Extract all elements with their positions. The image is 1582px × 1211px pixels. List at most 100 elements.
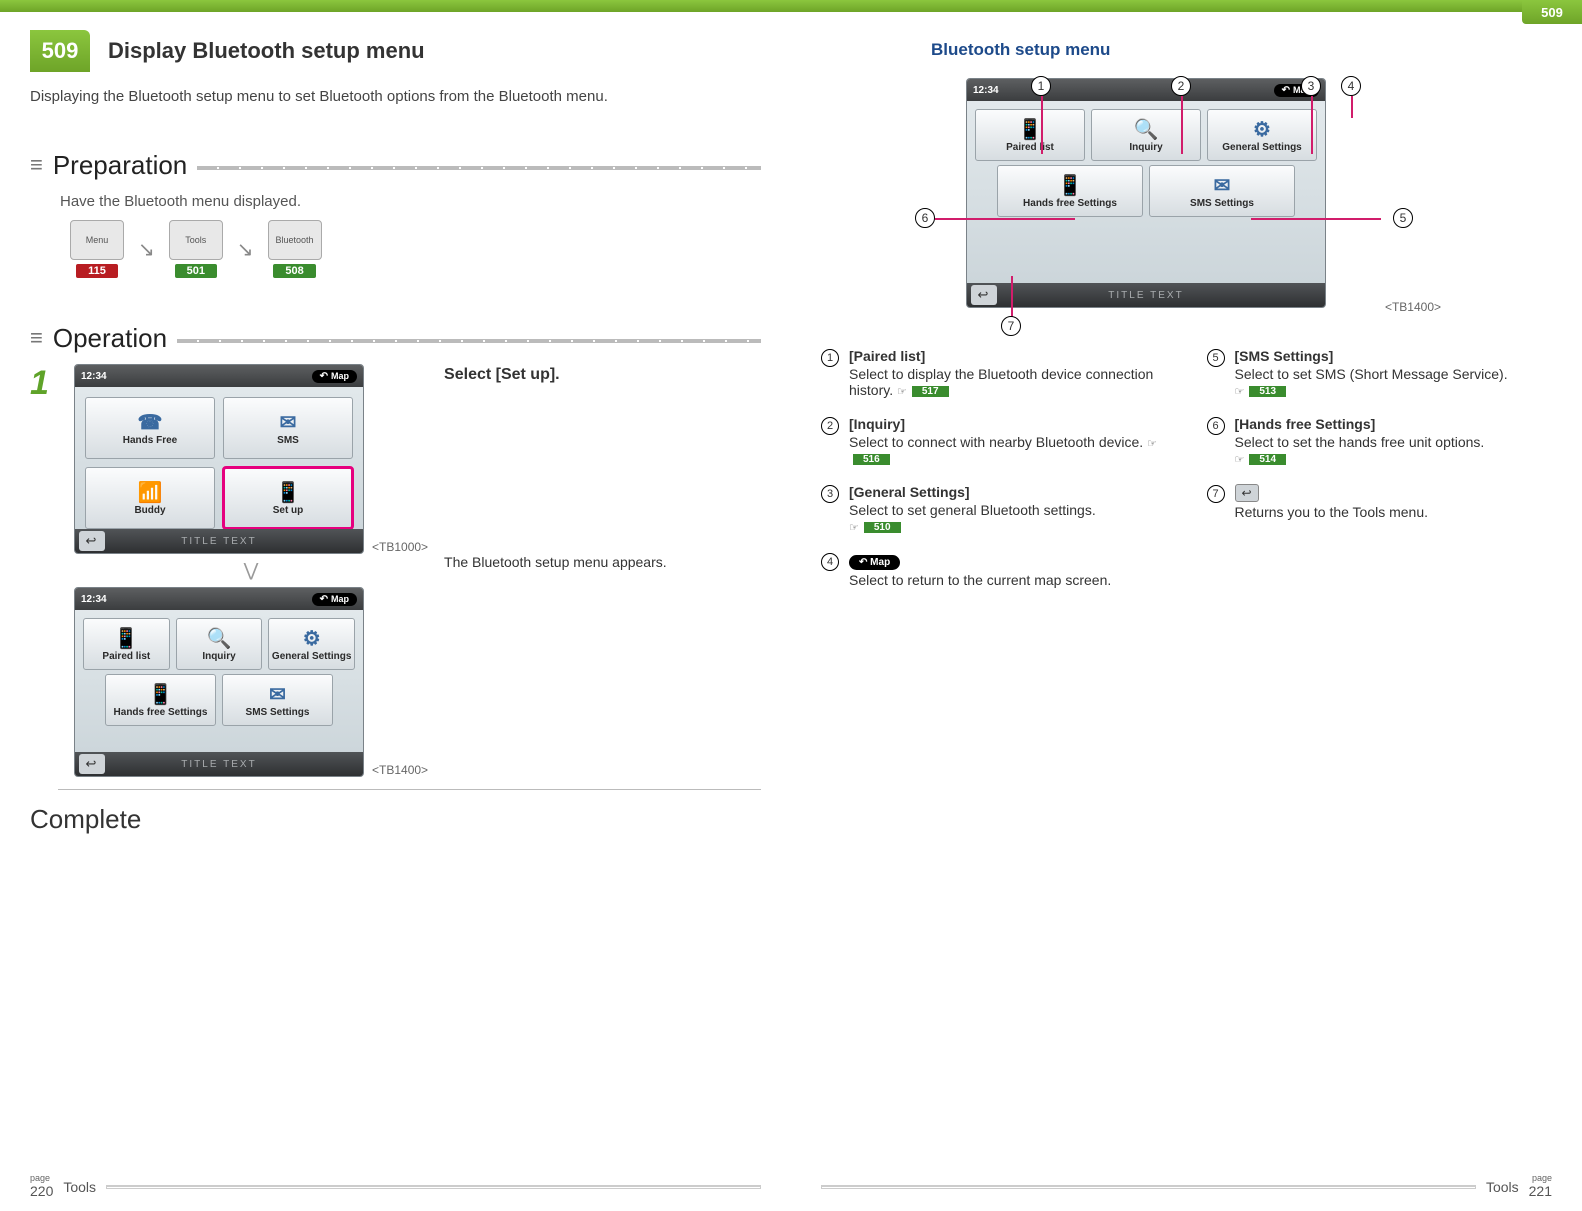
page-ref: 514 <box>1249 454 1286 465</box>
callout-marker-1: 1 <box>1031 76 1051 96</box>
diagram-screenshot: 12:34 Map 📱Paired list 🔍Inquiry ⚙General… <box>966 78 1326 308</box>
preparation-instruction: Have the Bluetooth menu displayed. <box>60 193 761 210</box>
tile-paired-list[interactable]: 📱Paired list <box>83 618 170 670</box>
right-page: 509 Bluetooth setup menu 1 2 3 4 5 6 7 1… <box>791 0 1582 1211</box>
back-icon: ↩ <box>1235 484 1259 502</box>
step-result-text: The Bluetooth setup menu appears. <box>444 554 761 570</box>
screenshot-label: <TB1400> <box>372 763 428 777</box>
page-ref: 513 <box>1249 386 1286 397</box>
tile-hands-free[interactable]: ☎Hands Free <box>85 397 215 459</box>
tile-hands-free-settings[interactable]: 📱Hands free Settings <box>105 674 216 726</box>
tile-sms-settings[interactable]: ✉SMS Settings <box>1149 165 1295 217</box>
tile-general-settings[interactable]: ⚙General Settings <box>1207 109 1317 161</box>
tile-buddy[interactable]: 📶Buddy <box>85 467 215 529</box>
screen-footer: ↩ TITLE TEXT <box>75 752 363 776</box>
callout-title: [General Settings] <box>849 484 970 500</box>
callout-line <box>1181 96 1183 154</box>
diagram: 1 2 3 4 5 6 7 12:34 Map 📱Paired list <box>921 78 1401 308</box>
footer-rule <box>106 1185 761 1189</box>
callout-line <box>1011 276 1013 318</box>
subheading: Bluetooth setup menu <box>931 40 1552 60</box>
callout-item-1: 1 [Paired list] Select to display the Bl… <box>821 348 1167 398</box>
tile-sms[interactable]: ✉SMS <box>223 397 353 459</box>
callout-number-icon: 3 <box>821 485 839 503</box>
callout-title: [Hands free Settings] <box>1235 416 1376 432</box>
callout-line <box>935 218 1075 220</box>
callout-text: Select to set general Bluetooth settings… <box>849 502 1096 518</box>
heading-rule <box>177 339 761 343</box>
screenshot-tb1400: 12:34 Map 📱Paired list 🔍Inquiry ⚙General… <box>74 587 364 777</box>
callout-line <box>1251 218 1381 220</box>
callout-number-icon: 7 <box>1207 485 1225 503</box>
screen-footer: ↩ TITLE TEXT <box>967 283 1325 307</box>
back-button[interactable]: ↩ <box>79 531 105 551</box>
callout-line <box>1041 96 1043 154</box>
callout-title: [Inquiry] <box>849 416 905 432</box>
tile-sms-settings[interactable]: ✉SMS Settings <box>222 674 333 726</box>
callout-line <box>1351 96 1353 118</box>
menu-path-item: Menu 115 <box>70 220 124 278</box>
callout-text: Select to display the Bluetooth device c… <box>849 366 1153 398</box>
page-footer-right: Tools page 221 <box>791 1174 1582 1199</box>
page-word: page <box>1529 1174 1552 1183</box>
tile-hands-free-settings[interactable]: 📱Hands free Settings <box>997 165 1143 217</box>
screenshot-label: <TB1000> <box>372 540 428 554</box>
callout-item-6: 6 [Hands free Settings] Select to set th… <box>1207 416 1553 466</box>
down-arrow-icon: ⋁ <box>244 560 259 581</box>
tile-setup[interactable]: 📱Set up <box>223 467 353 529</box>
screenshot-tb1000: 12:34 Map ☎Hands Free ✉SMS 📶Buddy 📱Set u… <box>74 364 364 554</box>
screen-header: 12:34 Map <box>75 588 363 610</box>
callout-item-5: 5 [SMS Settings] Select to set SMS (Shor… <box>1207 348 1553 398</box>
step-text-column: Select [Set up]. The Bluetooth setup men… <box>444 364 761 777</box>
page-ref: 516 <box>853 454 890 465</box>
footer-rule <box>821 1185 1476 1189</box>
pointer-icon: ☞ <box>1235 386 1245 398</box>
callout-title: [Paired list] <box>849 348 925 364</box>
top-bar <box>791 0 1582 12</box>
path-arrow-icon: ↘ <box>138 237 155 262</box>
bluetooth-icon: Bluetooth <box>268 220 322 260</box>
back-button[interactable]: ↩ <box>79 754 105 774</box>
left-page: 509 Display Bluetooth setup menu Display… <box>0 0 791 1211</box>
map-button[interactable]: Map <box>312 593 357 606</box>
path-arrow-icon: ↘ <box>237 237 254 262</box>
callout-text: Select to return to the current map scre… <box>849 572 1167 588</box>
page-title: Display Bluetooth setup menu <box>90 30 425 72</box>
page-ref: 510 <box>864 522 901 533</box>
operation-heading-text: Operation <box>53 323 167 354</box>
tile-inquiry[interactable]: 🔍Inquiry <box>1091 109 1201 161</box>
page-word: page <box>30 1174 53 1183</box>
pointer-icon: ☞ <box>1235 454 1245 466</box>
complete-label: Complete <box>30 804 761 835</box>
screen-header: 12:34 Map <box>967 79 1325 101</box>
callout-item-2: 2 [Inquiry] Select to connect with nearb… <box>821 416 1167 466</box>
preparation-heading: ≡ Preparation <box>30 150 761 181</box>
section-number-tab: 509 <box>1522 0 1582 24</box>
step-number: 1 <box>30 364 58 777</box>
heading-bullet-icon: ≡ <box>30 161 43 170</box>
page-number: 220 <box>30 1183 53 1199</box>
callout-col-right: 5 [SMS Settings] Select to set SMS (Shor… <box>1207 348 1553 588</box>
tile-inquiry[interactable]: 🔍Inquiry <box>176 618 263 670</box>
map-button[interactable]: Map <box>312 370 357 383</box>
operation-heading: ≡ Operation <box>30 323 761 354</box>
callout-text: Select to set SMS (Short Message Service… <box>1235 366 1508 382</box>
step-row: 1 12:34 Map ☎Hands Free ✉SMS 📶Buddy 📱S <box>30 364 761 777</box>
page-ref: 501 <box>175 264 217 278</box>
page-ref: 508 <box>273 264 315 278</box>
preparation-heading-text: Preparation <box>53 150 187 181</box>
callout-number-icon: 5 <box>1207 349 1225 367</box>
callout-text: Returns you to the Tools menu. <box>1235 504 1553 520</box>
callout-marker-4: 4 <box>1341 76 1361 96</box>
chapter-label: Tools <box>63 1179 96 1195</box>
tile-general-settings[interactable]: ⚙General Settings <box>268 618 355 670</box>
callout-marker-2: 2 <box>1171 76 1191 96</box>
callout-title: [SMS Settings] <box>1235 348 1334 364</box>
page-ref: 115 <box>76 264 118 278</box>
step-screens-column: 12:34 Map ☎Hands Free ✉SMS 📶Buddy 📱Set u… <box>74 364 428 777</box>
callout-item-4: 4 ↶ Map Select to return to the current … <box>821 552 1167 588</box>
back-button[interactable]: ↩ <box>971 285 997 305</box>
tile-paired-list[interactable]: 📱Paired list <box>975 109 1085 161</box>
callout-number-icon: 2 <box>821 417 839 435</box>
heading-rule <box>197 166 761 170</box>
